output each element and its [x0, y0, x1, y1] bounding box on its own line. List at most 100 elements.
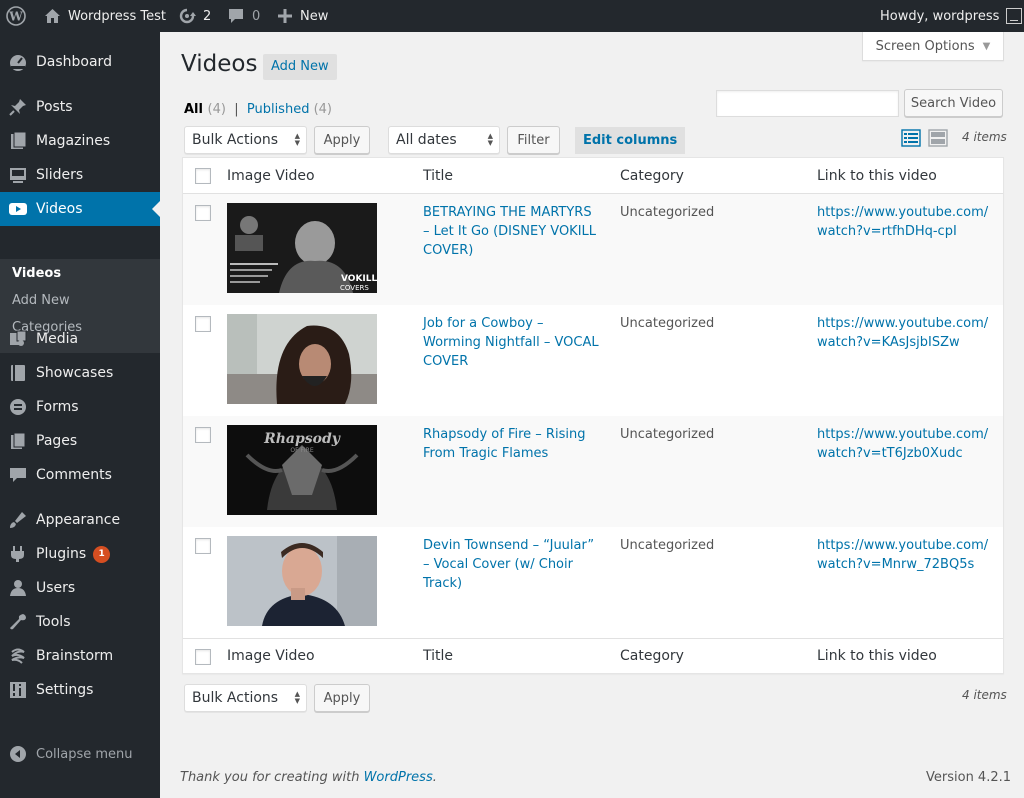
search-video-button[interactable]: Search Video: [904, 89, 1003, 117]
updates-link[interactable]: 2: [177, 0, 211, 32]
page-title: Videos: [181, 51, 258, 77]
sidebar-item-label: Pages: [36, 433, 78, 449]
bulk-actions-select-top[interactable]: Bulk Actions ▲ ▼: [184, 126, 307, 154]
sidebar-item-pages[interactable]: Pages: [0, 424, 160, 458]
sidebar-item-label: Magazines: [36, 133, 111, 149]
video-thumbnail[interactable]: Rhapsody OF FIRE: [227, 425, 377, 515]
video-icon: [0, 199, 36, 219]
collapse-menu-button[interactable]: Collapse menu: [0, 739, 160, 769]
sidebar-item-dashboard[interactable]: Dashboard: [0, 45, 160, 79]
video-title-link[interactable]: Job for a Cowboy – Worming Nightfall – V…: [423, 314, 601, 371]
sidebar-item-label: Brainstorm: [36, 648, 114, 664]
sidebar-item-label: Dashboard: [36, 54, 112, 70]
comment-icon: [0, 465, 36, 485]
wordpress-link[interactable]: WordPress: [364, 770, 433, 785]
sidebar-item-media[interactable]: Media: [0, 322, 160, 356]
sidebar-item-users[interactable]: Users: [0, 571, 160, 605]
collapse-arrow-icon: [0, 745, 36, 763]
sidebar-item-label: Settings: [36, 682, 94, 698]
video-category: Uncategorized: [620, 205, 715, 220]
search-input[interactable]: [716, 90, 899, 117]
site-name-link[interactable]: Wordpress Test: [44, 0, 166, 32]
select-all-checkbox-bottom[interactable]: [195, 649, 211, 665]
list-view-icon[interactable]: [901, 128, 921, 148]
submenu-item-add-new[interactable]: Add New: [12, 293, 70, 308]
date-filter-select[interactable]: All dates ▲ ▼: [388, 126, 500, 154]
column-footer-link[interactable]: Link to this video: [817, 648, 937, 664]
video-url-link[interactable]: https://www.youtube.com/watch?v=KAsJsjbI…: [817, 314, 997, 352]
brainstorm-icon: [0, 646, 36, 666]
sidebar-item-brainstorm[interactable]: Brainstorm: [0, 639, 160, 673]
apply-button-bottom[interactable]: Apply: [314, 684, 370, 712]
column-header-image-video[interactable]: Image Video: [227, 168, 315, 184]
filter-published-link[interactable]: Published (4): [247, 102, 332, 117]
select-all-checkbox[interactable]: [195, 168, 211, 184]
sidebar-item-label: Plugins: [36, 546, 87, 562]
column-header-category[interactable]: Category: [620, 168, 684, 184]
column-footer-title[interactable]: Title: [423, 648, 453, 664]
sidebar-item-label: Posts: [36, 99, 73, 115]
comment-bubble-icon: [228, 8, 244, 24]
select-arrows-icon: ▲ ▼: [294, 690, 300, 705]
admin-bar: W Wordpress Test 2 0 New Howdy, wordpres…: [0, 0, 1024, 32]
svg-text:W: W: [8, 10, 23, 24]
update-count-badge: 1: [93, 545, 111, 563]
video-title-link[interactable]: BETRAYING THE MARTYRS – Let It Go (DISNE…: [423, 203, 601, 260]
sidebar-item-comments[interactable]: Comments: [0, 458, 160, 492]
status-filter-links: All (4) | Published (4): [184, 102, 332, 117]
sidebar-item-label: Users: [36, 580, 76, 596]
excerpt-view-icon[interactable]: [928, 128, 948, 148]
row-checkbox[interactable]: [195, 427, 211, 443]
admin-menu: Videos Add New Categories Collapse menu …: [0, 32, 160, 798]
column-header-title[interactable]: Title: [423, 168, 453, 184]
video-thumbnail[interactable]: [227, 536, 377, 626]
wordpress-logo-icon[interactable]: W: [6, 0, 28, 32]
sidebar-item-magazines[interactable]: Magazines: [0, 124, 160, 158]
bulk-actions-select-bottom[interactable]: Bulk Actions ▲ ▼: [184, 684, 307, 712]
filter-all-link[interactable]: All (4): [184, 102, 226, 117]
video-thumbnail[interactable]: [227, 314, 377, 404]
submenu-item-videos[interactable]: Videos: [12, 266, 61, 281]
edit-columns-button[interactable]: Edit columns: [575, 127, 686, 154]
brush-icon: [0, 510, 36, 530]
forms-icon: [0, 397, 36, 417]
sidebar-item-tools[interactable]: Tools: [0, 605, 160, 639]
row-checkbox[interactable]: [195, 538, 211, 554]
apply-button-top[interactable]: Apply: [314, 126, 370, 154]
video-url-link[interactable]: https://www.youtube.com/watch?v=rtfhDHq-…: [817, 203, 997, 241]
my-account-link[interactable]: Howdy, wordpress: [880, 0, 1023, 32]
column-footer-image-video[interactable]: Image Video: [227, 648, 315, 664]
thumbnail-overlay-subtext: COVERS: [340, 284, 369, 292]
video-url-link[interactable]: https://www.youtube.com/watch?v=Mnrw_72B…: [817, 536, 997, 574]
users-icon: [0, 578, 36, 598]
video-url-link[interactable]: https://www.youtube.com/watch?v=tT6Jzb0X…: [817, 425, 997, 463]
media-icon: [0, 329, 36, 349]
screen-options-button[interactable]: Screen Options ▼: [862, 32, 1004, 61]
video-category: Uncategorized: [620, 316, 715, 331]
sidebar-item-forms[interactable]: Forms: [0, 390, 160, 424]
updates-icon: [177, 8, 197, 24]
row-checkbox[interactable]: [195, 205, 211, 221]
video-thumbnail[interactable]: VOKILL COVERS: [227, 203, 377, 293]
row-checkbox[interactable]: [195, 316, 211, 332]
sidebar-item-label: Appearance: [36, 512, 121, 528]
column-footer-category[interactable]: Category: [620, 648, 684, 664]
sidebar-item-appearance[interactable]: Appearance: [0, 503, 160, 537]
add-new-button[interactable]: Add New: [263, 54, 337, 80]
book-icon: [0, 363, 36, 383]
video-title-link[interactable]: Devin Townsend – “Juular” – Vocal Cover …: [423, 536, 601, 593]
sidebar-item-plugins[interactable]: Plugins 1: [0, 537, 160, 571]
items-count-bottom: 4 items: [962, 688, 1007, 702]
sidebar-item-showcases[interactable]: Showcases: [0, 356, 160, 390]
filter-button[interactable]: Filter: [507, 126, 560, 154]
footer-divider: [183, 638, 1003, 639]
comments-link[interactable]: 0: [228, 0, 260, 32]
sidebar-item-label: Media: [36, 331, 79, 347]
column-header-link[interactable]: Link to this video: [817, 168, 937, 184]
sidebar-item-sliders[interactable]: Sliders: [0, 158, 160, 192]
video-title-link[interactable]: Rhapsody of Fire – Rising From Tragic Fl…: [423, 425, 601, 463]
sidebar-item-settings[interactable]: Settings: [0, 673, 160, 707]
new-content-link[interactable]: New: [278, 0, 328, 32]
sidebar-item-posts[interactable]: Posts: [0, 90, 160, 124]
sidebar-item-videos[interactable]: Videos: [0, 192, 160, 226]
